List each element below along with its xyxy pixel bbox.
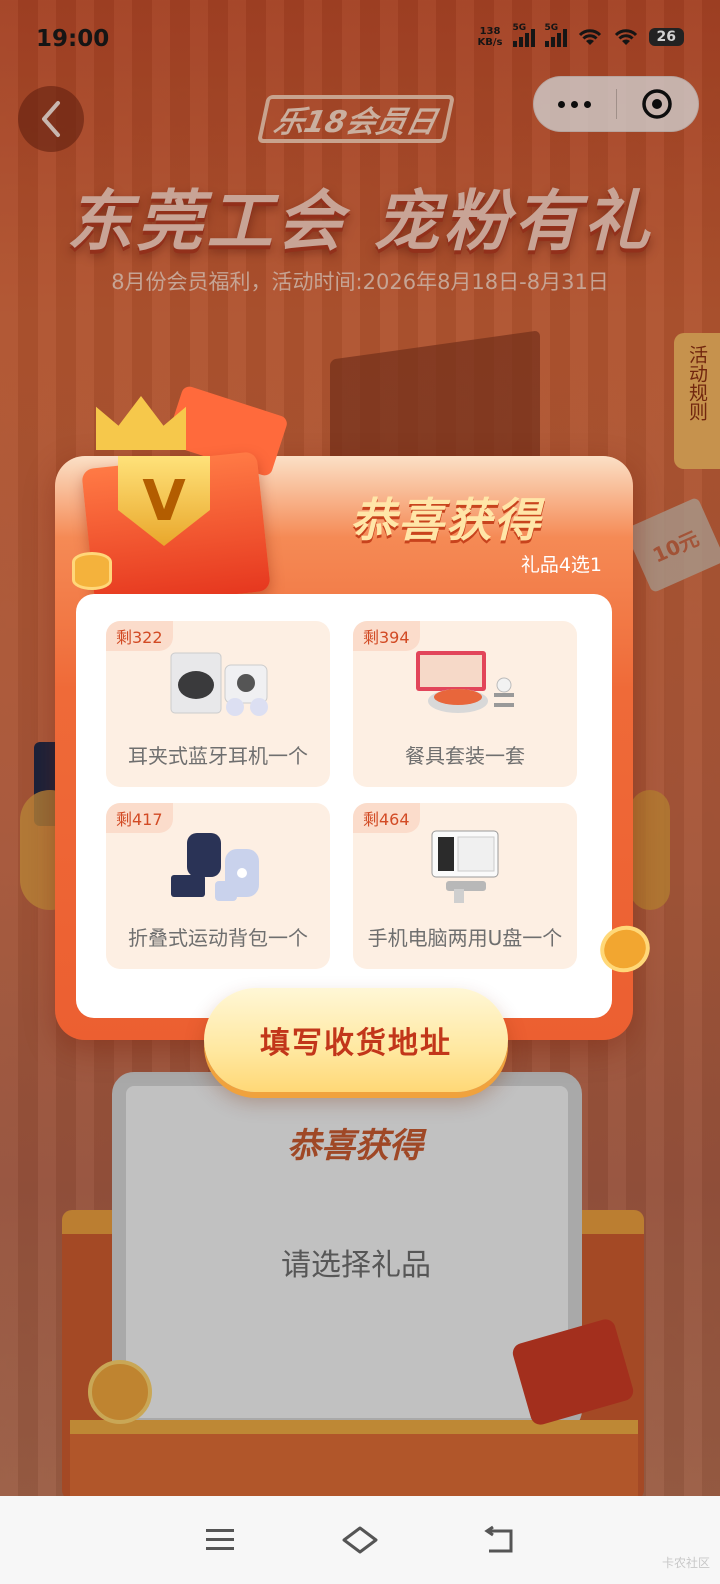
tableware-image xyxy=(416,651,514,713)
modal-title: 恭喜获得 xyxy=(350,493,542,547)
gift-name: 折叠式运动背包一个 xyxy=(128,926,308,950)
backpack-image xyxy=(171,833,259,901)
home-icon xyxy=(342,1526,378,1554)
return-icon xyxy=(484,1525,513,1553)
modal-subtitle: 礼品4选1 xyxy=(520,554,602,576)
fill-address-button[interactable]: 填写收货地址 xyxy=(204,988,508,1092)
menu-icon xyxy=(206,1529,234,1550)
gift-option-tableware[interactable]: 剩394 餐具套装一套 xyxy=(353,621,577,787)
back-nav-button[interactable] xyxy=(475,1520,525,1560)
system-nav-bar xyxy=(0,1496,720,1584)
earphones-image xyxy=(170,652,268,716)
coin-stack-icon xyxy=(72,552,112,590)
gift-name: 手机电脑两用U盘一个 xyxy=(367,926,563,950)
gift-option-usb-drive[interactable]: 剩464 手机电脑两用U盘一个 xyxy=(353,803,577,969)
home-button[interactable] xyxy=(335,1520,385,1560)
gift-option-backpack[interactable]: 剩417 折叠式运动背包一个 xyxy=(106,803,330,969)
watermark: 卡农社区 xyxy=(661,1556,710,1570)
gift-option-earphones[interactable]: 剩322 耳夹式蓝牙耳机一个 xyxy=(106,621,330,787)
gift-name: 餐具套装一套 xyxy=(405,744,525,768)
usb-drive-image xyxy=(431,830,499,903)
menu-button[interactable] xyxy=(195,1520,245,1560)
gift-name: 耳夹式蓝牙耳机一个 xyxy=(128,744,308,768)
